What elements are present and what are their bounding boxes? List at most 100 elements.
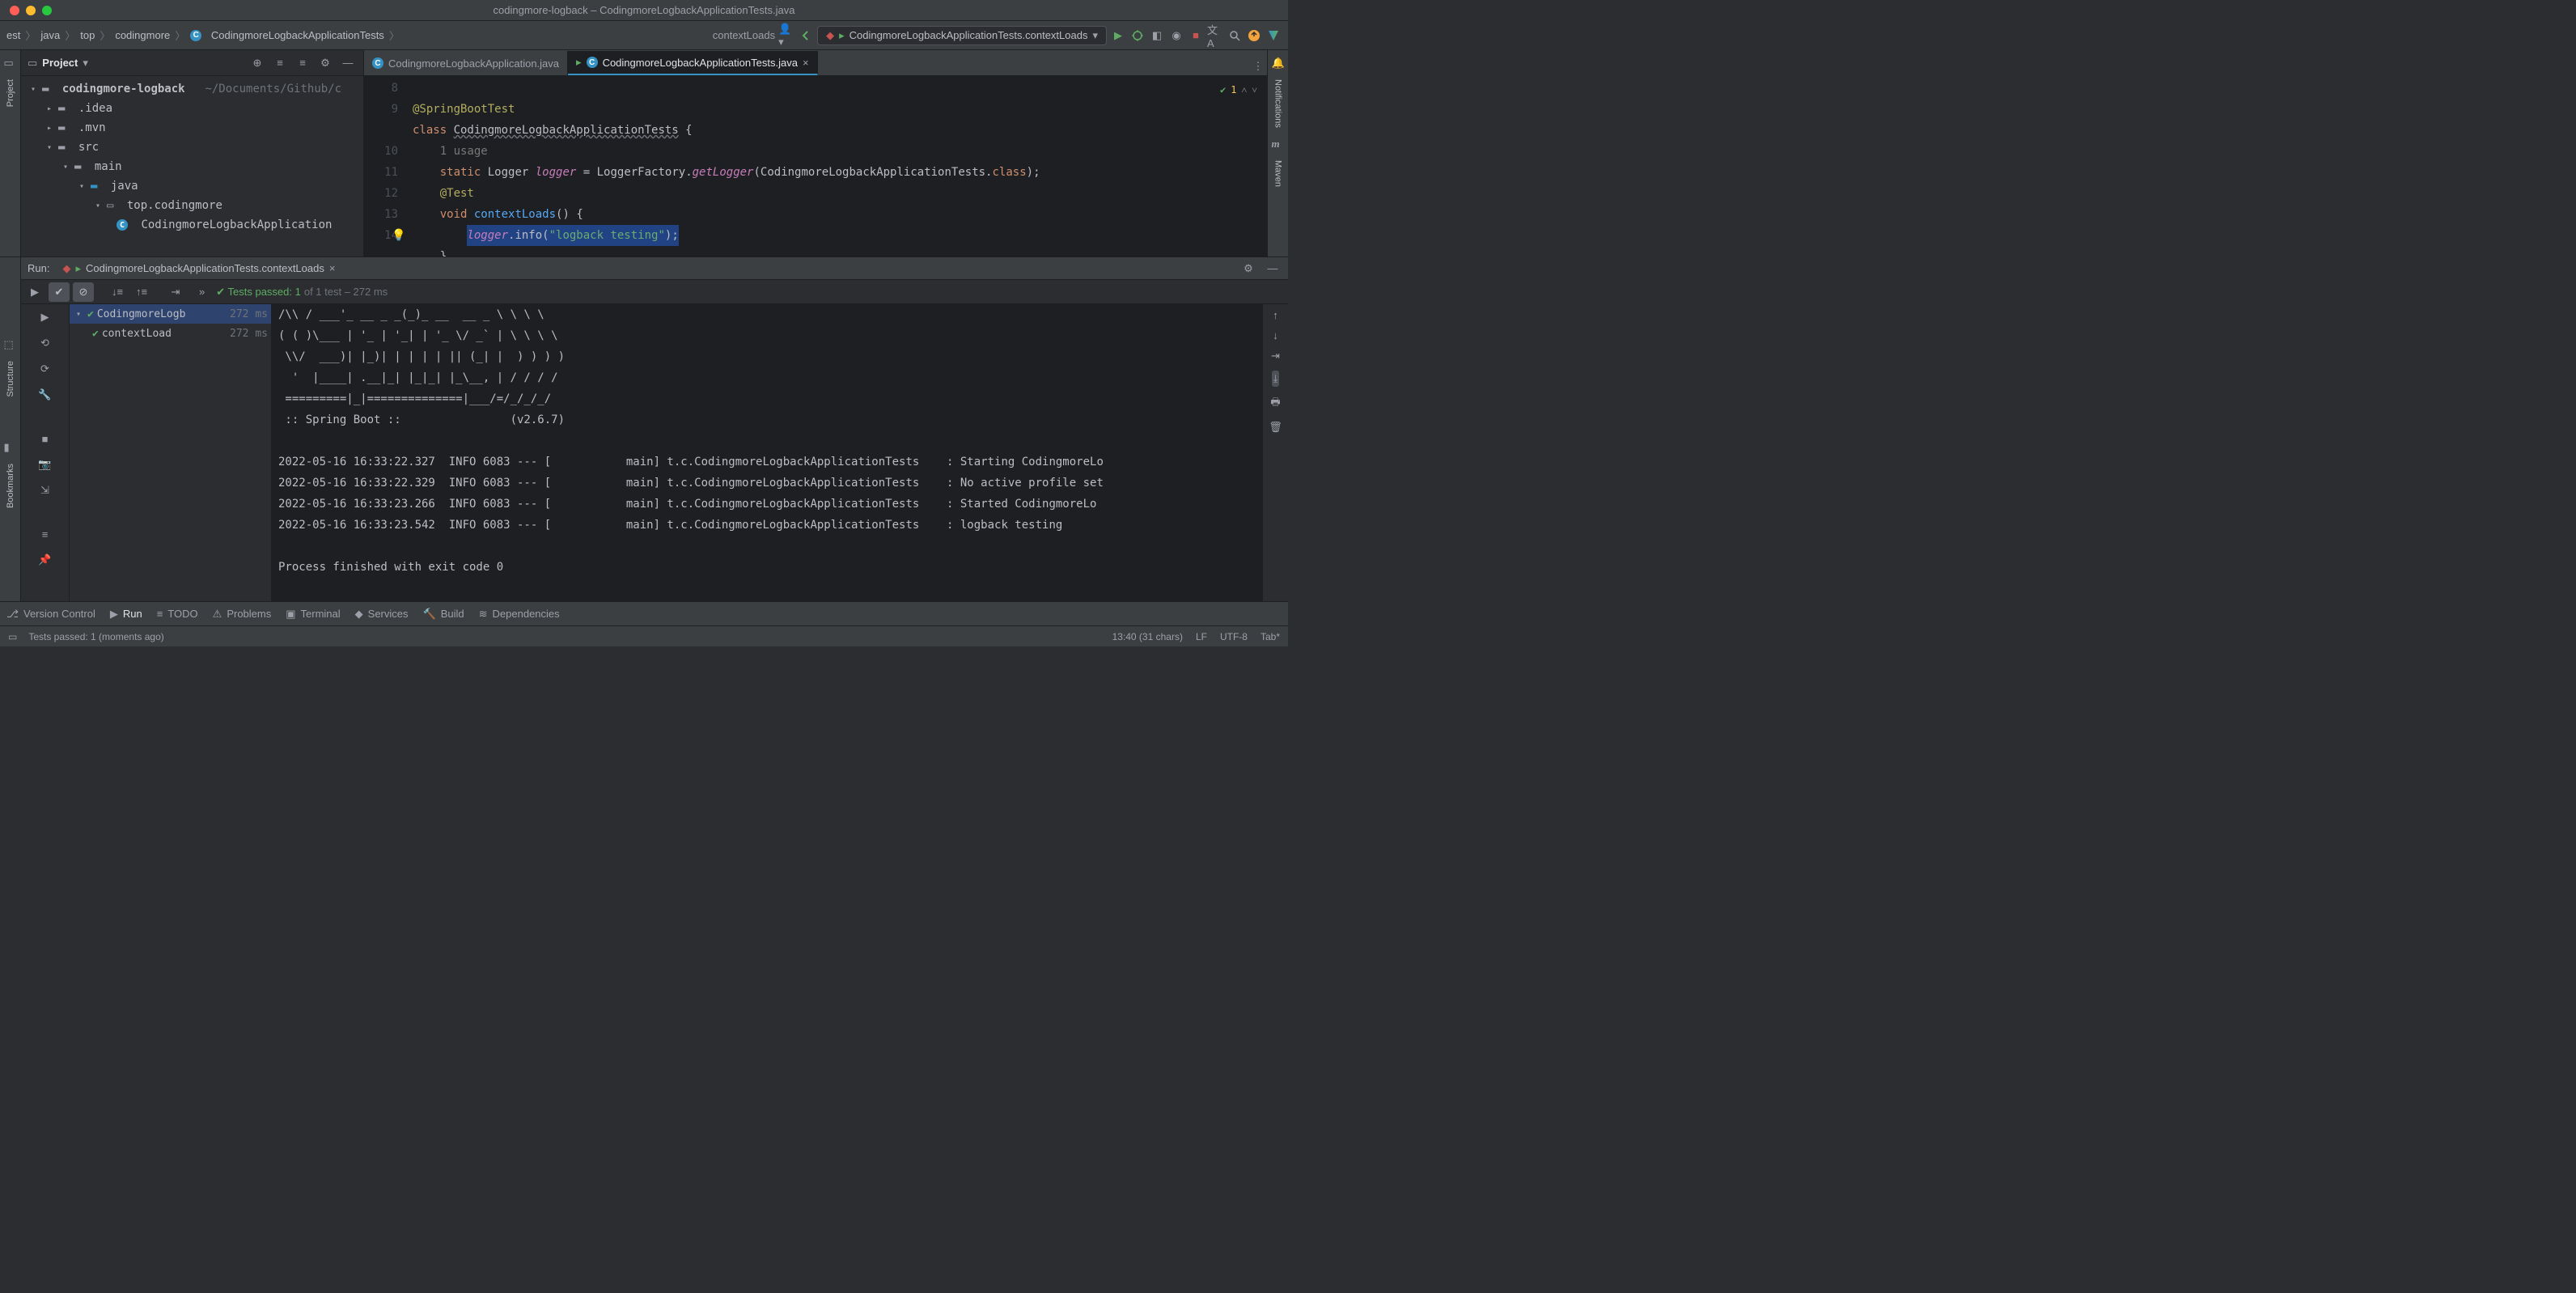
project-tool-label[interactable]: Project [6, 79, 15, 107]
camera-icon[interactable]: 📷 [35, 455, 56, 474]
test-tree-item[interactable]: ✔ contextLoad 272 ms [70, 324, 271, 343]
run-settings-icon[interactable]: ⚙ [1239, 260, 1257, 278]
notifications-icon[interactable]: 🔔 [1272, 57, 1285, 70]
add-user-icon[interactable]: 👤▾ [778, 28, 794, 44]
close-window-icon[interactable] [10, 6, 19, 15]
tool-tab-todo[interactable]: ≡TODO [157, 608, 198, 620]
print-icon[interactable]: 🖶 [1270, 395, 1280, 413]
profiler-icon[interactable]: ◉ [1168, 28, 1184, 44]
project-view-label[interactable]: Project [42, 57, 78, 69]
rerun-failed-icon[interactable]: ⟲ [35, 333, 56, 353]
structure-icon[interactable]: ⬚ [4, 338, 17, 351]
tool-tab-run[interactable]: ▶Run [110, 608, 142, 621]
coverage-icon[interactable]: ◧ [1149, 28, 1165, 44]
sort-down-icon[interactable]: ↓≡ [107, 282, 128, 302]
project-view-icon[interactable]: ▭ [28, 57, 37, 70]
status-icon[interactable]: ▭ [8, 631, 17, 642]
console-output[interactable]: /\\ / ___'_ __ _ _(_)_ __ __ _ \ \ \ \ (… [272, 304, 1262, 601]
tree-root[interactable]: ▾▬ codingmore-logback ~/Documents/Github… [21, 79, 363, 99]
pin-icon[interactable]: 📌 [35, 550, 56, 570]
project-tool-icon[interactable]: ▭ [4, 57, 17, 70]
debug-icon[interactable] [1129, 28, 1146, 44]
sort-up-icon[interactable]: ↑≡ [131, 282, 152, 302]
tree-class[interactable]: C CodingmoreLogbackApplication [21, 215, 363, 235]
minimize-window-icon[interactable] [26, 6, 36, 15]
hide-icon[interactable]: — [339, 54, 357, 72]
clear-icon[interactable]: 🗑 [1269, 421, 1282, 434]
wrench-icon[interactable]: 🔧 [35, 385, 56, 405]
breadcrumb-item[interactable]: est [6, 29, 20, 41]
status-bar: ▭ Tests passed: 1 (moments ago) 13:40 (3… [0, 625, 1288, 646]
breadcrumb-item[interactable]: codingmore [115, 29, 170, 41]
show-passed-icon[interactable]: ✔ [49, 282, 70, 302]
status-encoding[interactable]: UTF-8 [1220, 631, 1248, 642]
tree-folder[interactable]: ▸▬ .mvn [21, 118, 363, 138]
run-config-selector[interactable]: ◆▸ CodingmoreLogbackApplicationTests.con… [817, 26, 1107, 45]
tool-tab-build[interactable]: 🔨Build [423, 608, 464, 621]
back-icon[interactable] [798, 28, 814, 44]
show-ignored-icon[interactable]: ⊘ [73, 282, 94, 302]
tool-tab-services[interactable]: ◆Services [355, 608, 409, 621]
bottom-tool-tabs: ⎇Version Control ▶Run ≡TODO ⚠Problems ▣T… [0, 601, 1288, 625]
project-tree[interactable]: ▾▬ codingmore-logback ~/Documents/Github… [21, 76, 363, 238]
tree-package[interactable]: ▾▭ top.codingmore [21, 196, 363, 215]
status-line-sep[interactable]: LF [1196, 631, 1207, 642]
import-icon[interactable]: ⇥ [165, 282, 186, 302]
status-indent[interactable]: Tab* [1260, 631, 1280, 642]
toggle-auto-icon[interactable]: ⟳ [35, 359, 56, 379]
scroll-end-icon[interactable]: ⤓ [1272, 371, 1280, 387]
locate-icon[interactable]: ⊕ [248, 54, 266, 72]
intention-bulb-icon[interactable]: 💡 [392, 225, 405, 246]
update-icon[interactable] [1246, 28, 1262, 44]
breadcrumb-item[interactable]: C CodingmoreLogbackApplicationTests [190, 29, 384, 41]
export-icon[interactable]: ⇲ [35, 481, 56, 500]
run-tab[interactable]: ◆▸ CodingmoreLogbackApplicationTests.con… [56, 262, 341, 275]
project-panel: ▭ Project ▾ ⊕ ≡ ≡ ⚙ — ▾▬ codingmore-logb… [21, 50, 364, 256]
structure-label[interactable]: Structure [6, 361, 15, 397]
tool-tab-problems[interactable]: ⚠Problems [213, 608, 272, 621]
editor-tab-active[interactable]: ▸CCodingmoreLogbackApplicationTests.java… [568, 51, 818, 75]
toolbox-icon[interactable] [1265, 28, 1282, 44]
maven-icon[interactable]: m [1272, 138, 1285, 150]
maximize-window-icon[interactable] [42, 6, 52, 15]
inspection-badge[interactable]: ✔1 ˄ ˅ [1220, 79, 1257, 100]
breadcrumb-method[interactable]: contextLoads [713, 29, 775, 41]
notifications-label[interactable]: Notifications [1273, 79, 1283, 128]
test-tree-root[interactable]: ▾✔ CodingmoreLogb 272 ms [70, 304, 271, 324]
tree-folder[interactable]: ▸▬ .idea [21, 99, 363, 118]
breadcrumb-item[interactable]: java [40, 29, 60, 41]
tool-tab-vcs[interactable]: ⎇Version Control [6, 608, 95, 621]
collapse-all-icon[interactable]: ≡ [294, 54, 311, 72]
history-icon[interactable]: ≡ [35, 524, 56, 544]
rerun-icon[interactable]: ▶ [24, 282, 45, 302]
stop-side-icon[interactable]: ■ [35, 429, 56, 448]
tree-folder[interactable]: ▾▬ src [21, 138, 363, 157]
maven-label[interactable]: Maven [1273, 160, 1283, 187]
stop-icon[interactable]: ■ [1188, 28, 1204, 44]
breadcrumb-item[interactable]: top [80, 29, 95, 41]
translate-icon[interactable]: 文A [1207, 28, 1223, 44]
close-run-tab-icon[interactable]: × [329, 262, 336, 274]
tree-folder[interactable]: ▾▬ java [21, 176, 363, 196]
run-icon[interactable]: ▶ [1110, 28, 1126, 44]
search-icon[interactable] [1227, 28, 1243, 44]
down-icon[interactable]: ↓ [1273, 329, 1278, 341]
code-area[interactable]: ✔1 ˄ ˅@SpringBootTest class CodingmoreLo… [413, 76, 1267, 256]
tab-options-icon[interactable]: ⋮ [1249, 57, 1267, 75]
status-caret-pos[interactable]: 13:40 (31 chars) [1112, 631, 1183, 642]
close-tab-icon[interactable]: × [803, 57, 809, 69]
bookmarks-label[interactable]: Bookmarks [6, 464, 15, 508]
rerun-icon-side[interactable]: ▶ [35, 307, 56, 327]
bookmarks-icon[interactable]: ▮ [4, 441, 17, 454]
gear-icon[interactable]: ⚙ [316, 54, 334, 72]
tool-tab-terminal[interactable]: ▣Terminal [286, 608, 340, 621]
run-label: Run: [28, 262, 49, 274]
editor-tab[interactable]: CCodingmoreLogbackApplication.java [364, 51, 568, 75]
expand-all-icon[interactable]: ≡ [271, 54, 289, 72]
soft-wrap-icon[interactable]: ⇥ [1271, 350, 1280, 362]
hide-run-icon[interactable]: — [1264, 260, 1282, 278]
test-tree[interactable]: ▾✔ CodingmoreLogb 272 ms ✔ contextLoad 2… [70, 304, 272, 601]
tree-folder[interactable]: ▾▬ main [21, 157, 363, 176]
tool-tab-deps[interactable]: ≋Dependencies [479, 608, 560, 621]
up-icon[interactable]: ↑ [1273, 309, 1278, 321]
